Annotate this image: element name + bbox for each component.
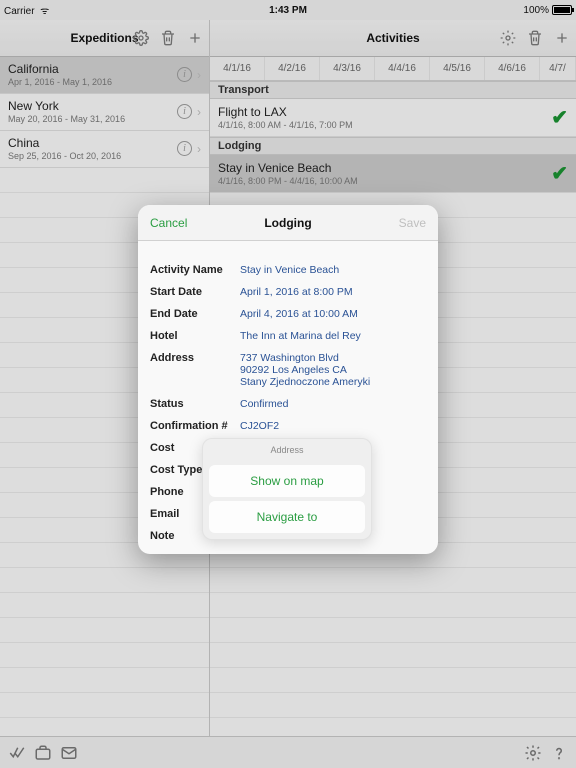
modal-title: Lodging (264, 216, 311, 230)
show-on-map-button[interactable]: Show on map (209, 465, 365, 497)
address-popover: Address Show on map Navigate to (202, 438, 372, 540)
field-label: Status (150, 398, 240, 410)
address-line: Stany Zjednoczone Ameryki (240, 376, 370, 388)
field-label: Address (150, 352, 240, 364)
hotel-field[interactable]: The Inn at Marina del Rey (240, 330, 426, 342)
cancel-button[interactable]: Cancel (150, 216, 187, 230)
modal-header: Cancel Lodging Save (138, 205, 438, 241)
navigate-to-button[interactable]: Navigate to (209, 501, 365, 533)
end-date-field[interactable]: April 4, 2016 at 10:00 AM (240, 308, 426, 320)
popover-title: Address (203, 439, 371, 461)
field-label: Start Date (150, 286, 240, 298)
status-field[interactable]: Confirmed (240, 398, 426, 410)
address-field[interactable]: 737 Washington Blvd 90292 Los Angeles CA… (240, 352, 426, 388)
start-date-field[interactable]: April 1, 2016 at 8:00 PM (240, 286, 426, 298)
field-label: Activity Name (150, 264, 240, 276)
save-button[interactable]: Save (399, 216, 426, 230)
field-label: End Date (150, 308, 240, 320)
confirmation-field[interactable]: CJ2OF2 (240, 420, 426, 432)
field-label: Confirmation # (150, 420, 240, 432)
field-label: Hotel (150, 330, 240, 342)
address-line: 90292 Los Angeles CA (240, 364, 347, 376)
address-line: 737 Washington Blvd (240, 352, 339, 364)
activity-name-field[interactable]: Stay in Venice Beach (240, 264, 426, 276)
